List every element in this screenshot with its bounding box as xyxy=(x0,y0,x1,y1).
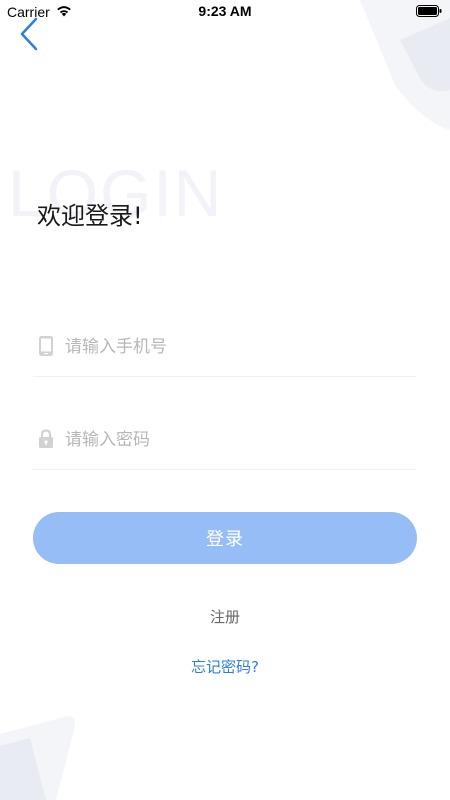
back-button[interactable] xyxy=(14,16,48,52)
password-field-row xyxy=(33,423,416,470)
login-screen: Carrier 9:23 AM LOGIN 欢迎登录! 请输入手机号 登录 注册… xyxy=(0,0,450,800)
phone-field-row xyxy=(33,330,416,377)
password-input[interactable] xyxy=(65,425,405,455)
forgot-password-link-row: 忘记密码? xyxy=(0,656,450,677)
login-button[interactable]: 登录 xyxy=(33,512,417,564)
forgot-password-link[interactable]: 忘记密码? xyxy=(191,658,259,676)
status-bar: Carrier 9:23 AM xyxy=(0,0,450,24)
lock-icon xyxy=(39,429,53,448)
phone-input[interactable] xyxy=(65,332,405,362)
battery-icon xyxy=(416,5,442,17)
chevron-left-icon xyxy=(20,17,38,51)
status-time: 9:23 AM xyxy=(198,3,252,19)
decorative-shape-bottom-left xyxy=(0,716,76,800)
register-link[interactable]: 注册 xyxy=(210,608,240,626)
page-title: 欢迎登录! xyxy=(37,202,143,230)
phone-icon xyxy=(39,336,53,356)
register-link-row: 注册 xyxy=(0,606,450,627)
